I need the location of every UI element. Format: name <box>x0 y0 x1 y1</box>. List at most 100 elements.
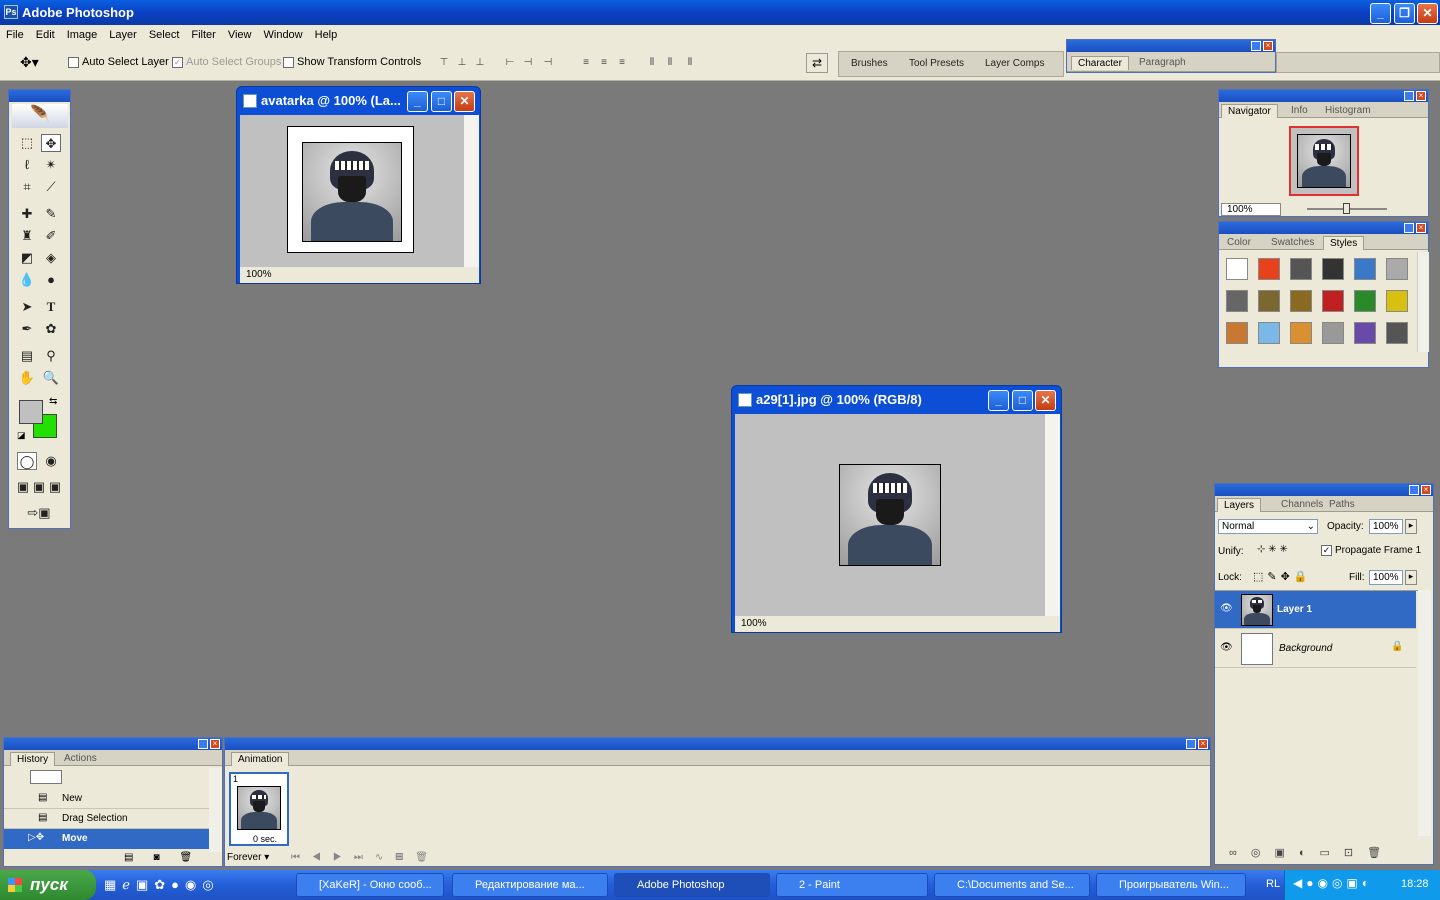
snapshot-thumbnail[interactable] <box>30 770 62 784</box>
magic-wand-tool-icon[interactable]: ✴ <box>41 156 61 174</box>
task-photoshop[interactable]: Adobe Photoshop <box>614 873 770 897</box>
panel-minimize-icon[interactable] <box>1404 91 1414 101</box>
distribute-hcenter-icon[interactable]: ⫴ <box>662 57 678 69</box>
panel-close-icon[interactable]: × <box>1421 485 1431 495</box>
animation-playback-controls[interactable]: ⏮◀▶⏭∿▤🗑 <box>291 852 440 863</box>
distribute-vcenter-icon[interactable]: ≡ <box>596 57 612 69</box>
tab-styles[interactable]: Styles <box>1323 236 1365 250</box>
tab-info[interactable]: Info <box>1285 104 1314 118</box>
visibility-eye-icon[interactable]: 👁 <box>1220 642 1233 653</box>
doc-minimize-button[interactable]: _ <box>407 91 428 112</box>
distribute-left-icon[interactable]: ⫴ <box>644 57 660 69</box>
layer-name[interactable]: Background <box>1279 643 1332 654</box>
zoom-level[interactable]: 100% <box>735 618 767 629</box>
move-tool-preset-icon[interactable]: ✥▾ <box>20 54 39 71</box>
distribute-bottom-icon[interactable]: ≡ <box>614 57 630 69</box>
tab-color[interactable]: Color <box>1221 236 1257 250</box>
clone-stamp-tool-icon[interactable]: ♜ <box>17 227 37 245</box>
zoom-tool-icon[interactable]: 🔍 <box>41 369 61 387</box>
jump-to-imageready-icon[interactable]: ⇨▣ <box>17 504 61 522</box>
pen-tool-icon[interactable]: ✒ <box>17 320 37 338</box>
menu-window[interactable]: Window <box>258 29 309 41</box>
style-preset-swatch[interactable] <box>1290 258 1312 280</box>
style-preset-swatch[interactable] <box>1226 290 1248 312</box>
tray-icons[interactable]: ◀●◉◎▣◐ <box>1293 876 1373 890</box>
fill-field[interactable]: 100% <box>1369 570 1403 585</box>
menu-select[interactable]: Select <box>143 29 186 41</box>
hand-tool-icon[interactable]: ✋ <box>17 369 37 387</box>
style-preset-swatch[interactable] <box>1386 258 1408 280</box>
style-preset-swatch[interactable] <box>1226 258 1248 280</box>
doc-maximize-button[interactable]: □ <box>431 91 452 112</box>
full-screen-mode-icon[interactable]: ▣ <box>45 478 65 496</box>
panel-close-icon[interactable]: × <box>210 739 220 749</box>
lasso-tool-icon[interactable]: ℓ <box>17 156 37 174</box>
distribute-top-icon[interactable]: ≡ <box>578 57 594 69</box>
panel-minimize-icon[interactable] <box>1404 223 1414 233</box>
panel-close-icon[interactable]: × <box>1416 223 1426 233</box>
style-preset-swatch[interactable] <box>1354 322 1376 344</box>
healing-brush-tool-icon[interactable]: ✚ <box>17 205 37 223</box>
align-hcenter-icon[interactable]: ⊣ <box>520 57 536 69</box>
animation-frame-1[interactable]: 1 0 sec. <box>229 772 289 846</box>
distribute-right-icon[interactable]: ⫴ <box>682 57 698 69</box>
eyedropper-tool-icon[interactable]: ⚲ <box>41 347 61 365</box>
style-preset-swatch[interactable] <box>1258 322 1280 344</box>
eraser-tool-icon[interactable]: ◩ <box>17 249 37 267</box>
align-left-icon[interactable]: ⊢ <box>502 57 518 69</box>
style-preset-swatch[interactable] <box>1386 290 1408 312</box>
document-canvas-area[interactable] <box>240 115 464 267</box>
visibility-eye-icon[interactable]: 👁 <box>1220 603 1233 614</box>
doc-maximize-button[interactable]: □ <box>1012 390 1033 411</box>
panel-minimize-icon[interactable] <box>1251 41 1261 51</box>
menu-help[interactable]: Help <box>309 29 344 41</box>
standard-mode-icon[interactable]: ◯ <box>17 452 37 470</box>
path-selection-tool-icon[interactable]: ➤ <box>17 298 37 316</box>
dodge-tool-icon[interactable]: ● <box>41 271 61 289</box>
custom-shape-tool-icon[interactable]: ✿ <box>41 320 61 338</box>
doc-minimize-button[interactable]: _ <box>988 390 1009 411</box>
blend-mode-select[interactable]: Normal ⌄ <box>1218 519 1318 534</box>
panel-minimize-icon[interactable] <box>1186 739 1196 749</box>
panel-close-icon[interactable]: × <box>1198 739 1208 749</box>
blur-tool-icon[interactable]: 💧 <box>17 271 37 289</box>
layer-name[interactable]: Layer 1 <box>1277 604 1312 615</box>
show-transform-controls-option[interactable]: Show Transform Controls <box>283 56 421 68</box>
default-colors-icon[interactable]: ◪ <box>17 430 26 441</box>
history-item-move[interactable]: ▷✥ Move <box>4 829 209 849</box>
align-right-icon[interactable]: ⊣ <box>540 57 556 69</box>
quick-mask-mode-icon[interactable]: ◉ <box>41 452 61 470</box>
menu-layer[interactable]: Layer <box>103 29 143 41</box>
tab-paragraph[interactable]: Paragraph <box>1133 56 1192 70</box>
tab-histogram[interactable]: Histogram <box>1319 104 1377 118</box>
zoom-level[interactable]: 100% <box>240 269 272 280</box>
marquee-tool-icon[interactable]: ⬚ <box>17 134 37 152</box>
zoom-slider-thumb[interactable] <box>1343 203 1350 214</box>
vertical-scrollbar[interactable] <box>1045 414 1060 616</box>
style-preset-swatch[interactable] <box>1226 322 1248 344</box>
palette-well-tab-brushes[interactable]: Brushes <box>851 58 888 69</box>
tab-layers[interactable]: Layers <box>1217 498 1262 512</box>
style-preset-swatch[interactable] <box>1290 322 1312 344</box>
style-preset-swatch[interactable] <box>1322 258 1344 280</box>
crop-tool-icon[interactable]: ⌗ <box>17 178 37 196</box>
doc-close-button[interactable]: ✕ <box>1035 390 1056 411</box>
navigator-view-box[interactable] <box>1289 126 1359 196</box>
task-ie-edit[interactable]: Редактирование ма... <box>452 873 608 897</box>
tab-animation[interactable]: Animation <box>231 752 290 766</box>
document-title-bar[interactable]: avatarka @ 100% (La... _ □ ✕ <box>237 87 480 115</box>
task-xaker[interactable]: [XaKeR] - Окно сооб... <box>296 873 444 897</box>
document-canvas-area[interactable] <box>735 414 1045 616</box>
style-preset-swatch[interactable] <box>1258 258 1280 280</box>
start-button[interactable]: пуск <box>0 870 96 900</box>
tab-character[interactable]: Character <box>1071 56 1129 70</box>
loop-select[interactable]: Forever ▾ <box>227 852 285 863</box>
history-brush-tool-icon[interactable]: ✐ <box>41 227 61 245</box>
history-item-new[interactable]: ▤ New <box>4 789 209 809</box>
styles-scrollbar[interactable] <box>1417 252 1429 352</box>
style-preset-swatch[interactable] <box>1322 322 1344 344</box>
align-vcenter-icon[interactable]: ⊥ <box>454 57 470 69</box>
brush-tool-icon[interactable]: ✎ <box>41 205 61 223</box>
task-media-player[interactable]: Проигрыватель Win... <box>1096 873 1246 897</box>
palette-well-tab-tool-presets[interactable]: Tool Presets <box>909 58 964 69</box>
